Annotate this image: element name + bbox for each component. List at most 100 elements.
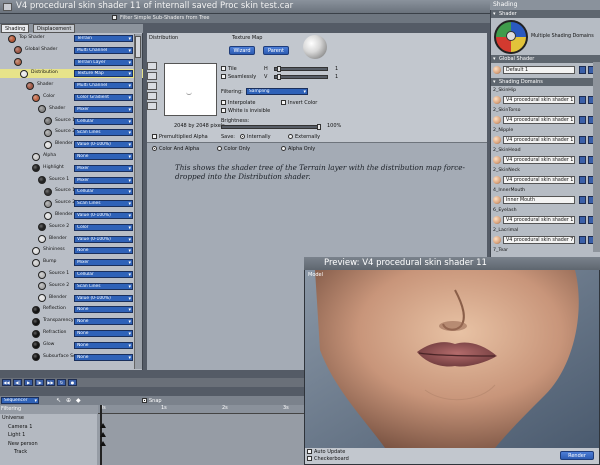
tree-row[interactable]: Color Color Gradient (0, 93, 143, 102)
shader-type-select[interactable]: Multi Channel (74, 82, 133, 90)
domain-shader-field[interactable]: Inner Mouth (503, 196, 575, 204)
tree-row[interactable]: Source 2 Scan Lines (0, 199, 143, 208)
shader-type-select[interactable]: Value (0-100%) (74, 212, 133, 219)
tree-row[interactable]: Terrain Layer (0, 58, 143, 67)
shader-type-select[interactable]: None (74, 318, 133, 326)
shader-type-select[interactable]: Value (0-100%) (74, 141, 133, 149)
tree-row[interactable]: Refraction None (0, 329, 143, 338)
shader-node-icon[interactable] (44, 140, 52, 149)
shader-type-select[interactable]: Cellular (74, 271, 133, 278)
shader-node-icon[interactable] (44, 117, 52, 126)
shader-node-icon[interactable] (20, 69, 28, 78)
auto-update-checkbox[interactable] (307, 449, 312, 454)
shader-node-icon[interactable] (32, 305, 40, 314)
domain-shader-row[interactable]: V4 procedural skin shader 1 (493, 216, 597, 225)
tree-row[interactable]: Subsurface Sc None (0, 353, 143, 362)
tab-shading[interactable]: Shading (1, 24, 30, 33)
color-and-alpha-radio[interactable] (152, 146, 157, 151)
shader-node-icon[interactable] (32, 93, 40, 102)
shader-type-select[interactable]: Cellular (74, 188, 133, 196)
color-only-radio[interactable] (217, 146, 222, 151)
tab-displacement[interactable]: Displacement (33, 24, 76, 33)
tree-row[interactable]: Highlight Mixer (0, 164, 143, 173)
tree-row[interactable]: Source 1 Cellular (0, 187, 143, 196)
filtering-select[interactable]: Sampling (246, 88, 308, 95)
refresh-icon[interactable] (147, 82, 157, 90)
shader-type-select[interactable]: Value (0-100%) (74, 294, 133, 302)
shader-type-select[interactable]: Color Gradient (74, 94, 133, 101)
edit-icon[interactable] (579, 176, 586, 184)
shader-type-select[interactable]: None (74, 247, 133, 255)
keyframe-marker[interactable] (100, 432, 106, 437)
domain-shader-field[interactable]: V4 procedural skin shader 1 (503, 96, 575, 104)
tree-row[interactable]: Alpha None (0, 152, 143, 161)
shader-type-select[interactable]: Scan Lines (74, 200, 133, 208)
save-externally-radio[interactable] (288, 134, 293, 139)
global-shader-field[interactable]: Default 1 (503, 66, 575, 74)
edit-icon[interactable] (579, 66, 586, 74)
tree-row[interactable]: Bump Mixer (0, 258, 143, 267)
scene-tree-item[interactable]: Universe (2, 415, 24, 421)
scene-tree-item[interactable]: Track (14, 449, 27, 455)
tree-row[interactable]: Source 1 Cellular (0, 270, 143, 279)
tree-scroll-thumb[interactable] (135, 36, 141, 58)
edit-image-icon[interactable] (147, 72, 157, 80)
tree-row[interactable]: Shader Mixer (0, 105, 143, 114)
tree-row[interactable]: Source 2 Scan Lines (0, 128, 143, 137)
edit-icon[interactable] (579, 196, 586, 204)
seamlessly-checkbox[interactable] (221, 74, 226, 79)
domain-shader-row[interactable]: V4 procedural skin shader 7 (493, 236, 597, 245)
shader-node-icon[interactable] (32, 164, 40, 173)
shader-type-select[interactable]: Texture Map (74, 70, 133, 78)
checkerboard-checkbox[interactable] (307, 456, 312, 461)
shader-node-icon[interactable] (44, 199, 52, 208)
scene-tree-item[interactable]: Light 1 (8, 432, 25, 438)
edit-icon[interactable] (579, 236, 586, 244)
shader-type-select[interactable]: Color (74, 223, 133, 231)
shader-type-select[interactable]: None (74, 153, 133, 160)
shader-type-select[interactable]: Mixer (74, 259, 133, 267)
save-internally-radio[interactable] (240, 134, 245, 139)
tree-row[interactable]: Blender Value (0-100%) (0, 235, 143, 244)
play-icon[interactable]: ▶ (24, 379, 33, 386)
fast-forward-icon[interactable]: ▶▶ (46, 379, 55, 386)
interpolate-checkbox[interactable] (221, 100, 226, 105)
key-tool-icon[interactable]: ◆ (76, 397, 81, 404)
snap-checkbox[interactable] (142, 398, 147, 403)
scene-tree-item[interactable]: New person (8, 441, 38, 447)
cursor-tool-icon[interactable]: ↖ (56, 397, 61, 404)
edit-icon[interactable] (579, 116, 586, 124)
time-ruler[interactable] (98, 405, 305, 414)
domain-shader-field[interactable]: V4 procedural skin shader 1 (503, 216, 575, 224)
shader-type-select[interactable]: Scan Lines (74, 129, 133, 137)
shader-node-icon[interactable] (38, 105, 46, 114)
preview-title[interactable]: Preview: V4 procedural skin shader 11 (304, 257, 600, 270)
tree-row[interactable]: Distribution Texture Map (0, 69, 143, 79)
shader-type-select[interactable]: None (74, 306, 133, 314)
shader-node-icon[interactable] (38, 235, 46, 244)
shader-node-icon[interactable] (32, 353, 40, 362)
brightness-slider-knob[interactable] (317, 124, 321, 130)
shader-section-header[interactable]: Shader (491, 10, 600, 18)
shader-node-icon[interactable] (38, 270, 46, 279)
zoom-tool-icon[interactable]: ⊕ (66, 397, 71, 404)
shader-node-icon[interactable] (44, 128, 52, 137)
domain-shader-row[interactable]: V4 procedural skin shader 1 (493, 176, 597, 185)
shader-type-select[interactable]: None (74, 353, 133, 361)
keyframe-marker[interactable] (100, 423, 106, 428)
shader-node-icon[interactable] (32, 246, 40, 255)
invert-color-checkbox[interactable] (281, 100, 286, 105)
shader-node-icon[interactable] (38, 176, 46, 185)
h-slider-knob[interactable] (277, 66, 281, 72)
tree-row[interactable]: Source 1 Mixer (0, 176, 143, 185)
global-shader-header[interactable]: Global Shader (491, 55, 600, 63)
shader-node-icon[interactable] (38, 294, 46, 303)
shader-type-select[interactable]: Mixer (74, 164, 133, 172)
shader-type-select[interactable]: Value (0-100%) (74, 235, 133, 243)
domain-shader-field[interactable]: V4 procedural skin shader 7 (503, 236, 575, 244)
shading-domains-header[interactable]: Shading Domains (491, 78, 600, 86)
filter-checkbox[interactable] (112, 15, 117, 20)
shader-node-icon[interactable] (8, 34, 16, 43)
domain-shader-row[interactable]: V4 procedural skin shader 1 (493, 96, 597, 105)
tree-row[interactable]: Source 2 Color (0, 223, 143, 232)
